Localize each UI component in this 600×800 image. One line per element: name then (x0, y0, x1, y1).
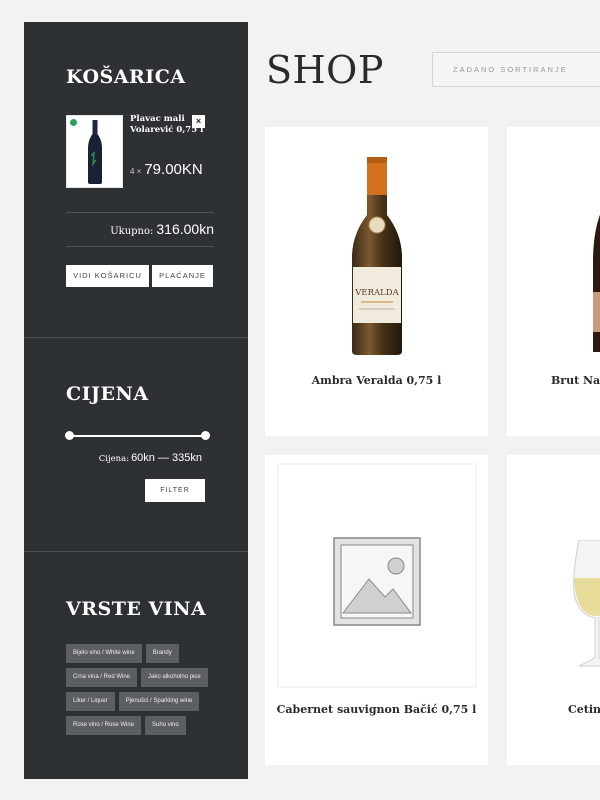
category-tag[interactable]: Pjenušci / Sparkling wine (118, 692, 200, 711)
cart-item-quantity: 4 × (130, 167, 142, 176)
cart-subtotal: Ukupno: 316.00kn (110, 221, 214, 237)
subtotal-value: 316.00kn (156, 221, 214, 237)
view-cart-button[interactable]: VIDI KOŠARICU (66, 265, 149, 287)
categories-title: VRSTE VINA (66, 598, 207, 620)
category-tag[interactable]: Crna vina / Red Wine (66, 668, 138, 687)
page-title: SHOP (266, 48, 384, 92)
category-tag[interactable]: Suho vino (145, 716, 186, 735)
filter-button[interactable]: FILTER (145, 479, 205, 502)
category-tag[interactable]: Brandy (145, 644, 179, 663)
product-name[interactable]: Brut Natu (551, 374, 600, 387)
sale-badge-icon (70, 119, 77, 126)
product-name[interactable]: Ambra Veralda 0,75 l (265, 374, 488, 387)
category-tag[interactable]: Liker / Liquer (66, 692, 115, 711)
placeholder-image (277, 463, 477, 688)
price-slider-max-handle[interactable] (201, 431, 210, 440)
cart-item-thumbnail[interactable] (66, 115, 123, 188)
price-range-value: 60kn — 335kn (131, 452, 202, 464)
cart-item-quantity-price: 4 × 79.00KN (130, 161, 203, 178)
wine-bottle-image: VERALDA (352, 157, 402, 355)
price-slider-min-handle[interactable] (65, 431, 74, 440)
price-range-label: Cijena: 60kn — 335kn (99, 452, 202, 464)
sidebar-divider (24, 551, 248, 552)
cart-item-price: 79.00KN (144, 161, 203, 178)
product-card[interactable]: Cabernet sauvignon Bačić 0,75 l (265, 455, 488, 765)
wine-bottle-icon (87, 119, 102, 184)
cart-widget: KOŠARICA Plavac mali Volarević 0,75 l × … (24, 22, 248, 337)
sort-dropdown[interactable]: Zadano sortiranje (432, 52, 600, 87)
remove-item-button[interactable]: × (192, 115, 205, 128)
price-slider-track[interactable] (70, 435, 206, 437)
category-tag[interactable]: Jako alkoholno pice (141, 668, 208, 687)
sidebar: KOŠARICA Plavac mali Volarević 0,75 l × … (24, 22, 248, 779)
product-card[interactable]: Brut Natu (507, 127, 600, 436)
category-tag[interactable]: Rose vino / Rose Wine (66, 716, 142, 735)
product-card[interactable]: Cetink (507, 455, 600, 765)
category-tag[interactable]: Bijelo vino / White wine (66, 644, 142, 663)
product-name[interactable]: Cetink (568, 703, 600, 716)
cart-title: KOŠARICA (66, 66, 186, 88)
product-name[interactable]: Cabernet sauvignon Bačić 0,75 l (265, 703, 488, 716)
price-filter-title: CIJENA (66, 383, 149, 405)
wine-bottle-image (593, 214, 600, 352)
price-label-text: Cijena: (98, 454, 130, 464)
wine-glass-image (573, 540, 600, 667)
product-card[interactable]: VERALDA Ambra Veralda 0,75 l (265, 127, 488, 436)
cart-divider-bottom (66, 246, 214, 247)
sidebar-divider (24, 337, 248, 338)
bottle-label-text: VERALDA (354, 288, 399, 298)
subtotal-label: Ukupno: (110, 226, 154, 237)
category-tag-cloud: Bijelo vino / White wine Brandy Crna vin… (66, 644, 226, 735)
checkout-button[interactable]: PLAĆANJE (152, 265, 213, 287)
cart-divider-top (66, 212, 214, 213)
